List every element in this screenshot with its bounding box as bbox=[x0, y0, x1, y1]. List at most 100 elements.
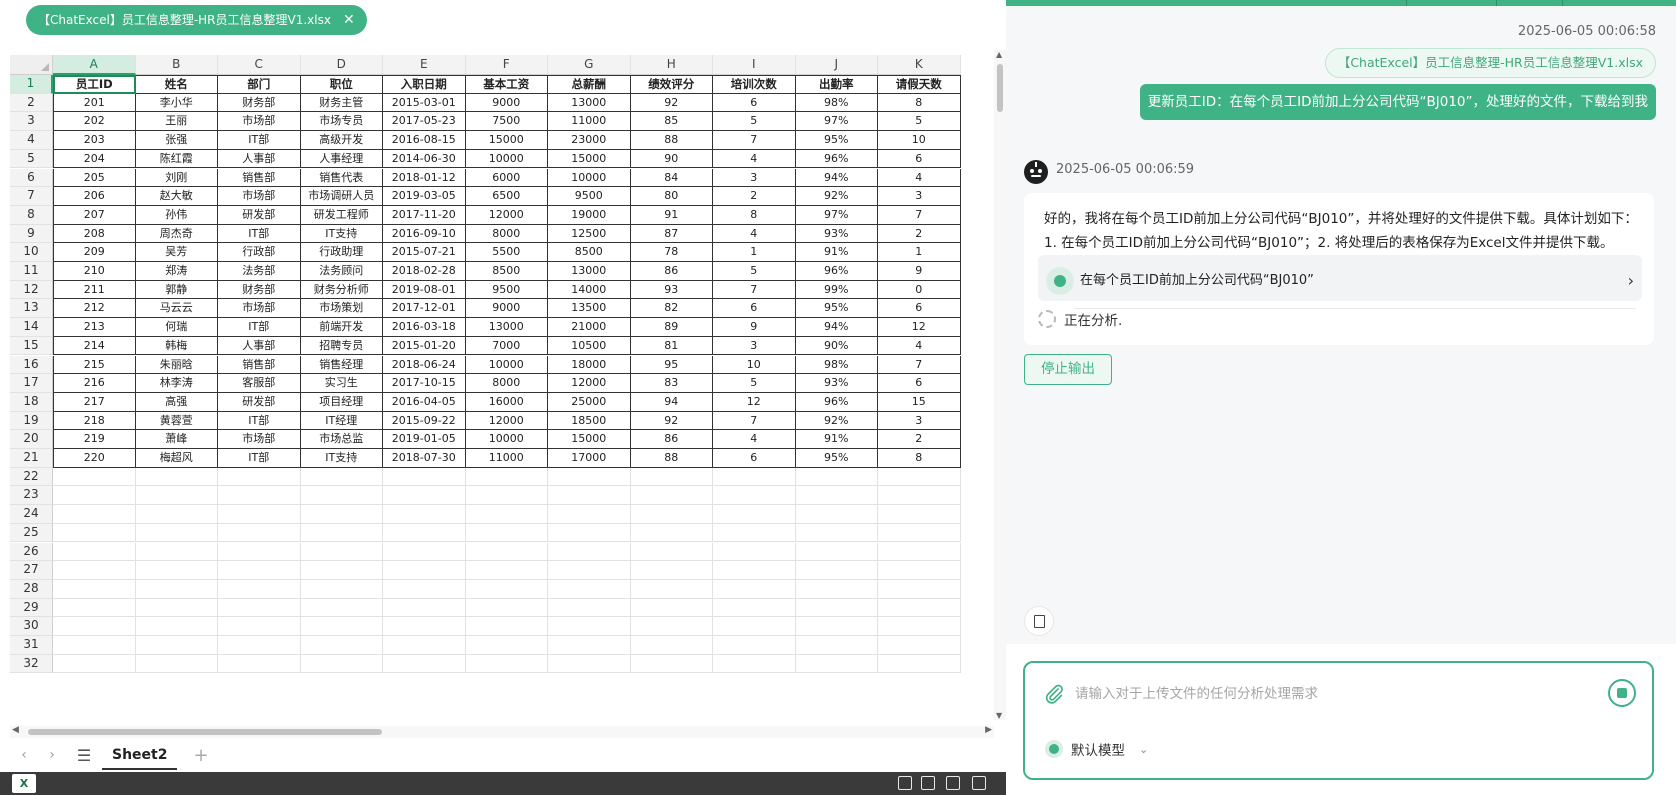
data-cell[interactable]: 市场策划 bbox=[300, 299, 383, 319]
cell-grid[interactable]: A B C D E F G H I J K 1 员工ID 姓名 部门 职位 入职日期 基本工资 总薪酬 绩效评分 培训次… bbox=[10, 50, 994, 716]
paperclip-icon[interactable] bbox=[1043, 683, 1065, 705]
row-header[interactable]: 32 bbox=[10, 654, 53, 674]
row-header[interactable]: 12 bbox=[10, 280, 53, 300]
data-cell[interactable]: 10 bbox=[713, 355, 796, 375]
data-cell[interactable]: 209 bbox=[53, 243, 136, 262]
empty-cell[interactable] bbox=[135, 636, 218, 655]
empty-cell[interactable] bbox=[135, 505, 218, 524]
data-cell[interactable]: 18000 bbox=[548, 355, 631, 375]
column-header-j[interactable]: J bbox=[795, 55, 878, 75]
empty-cell[interactable] bbox=[713, 579, 796, 599]
data-cell[interactable]: 法务部 bbox=[218, 262, 301, 281]
data-cell[interactable]: 2016-03-18 bbox=[383, 318, 466, 337]
empty-cell[interactable] bbox=[548, 561, 631, 580]
empty-cell[interactable] bbox=[465, 598, 548, 618]
data-cell[interactable]: 215 bbox=[53, 355, 136, 375]
empty-cell[interactable] bbox=[135, 542, 218, 562]
data-cell[interactable]: 2 bbox=[713, 187, 796, 206]
data-cell[interactable]: 法务顾问 bbox=[300, 262, 383, 281]
layout-icon[interactable] bbox=[946, 776, 960, 790]
column-header-h[interactable]: H bbox=[630, 55, 713, 75]
empty-cell[interactable] bbox=[300, 467, 383, 487]
empty-cell[interactable] bbox=[383, 654, 466, 674]
scroll-down-icon[interactable]: ▼ bbox=[996, 711, 1002, 720]
data-cell[interactable]: 6 bbox=[713, 299, 796, 319]
empty-cell[interactable] bbox=[795, 579, 878, 599]
save-icon[interactable] bbox=[921, 776, 935, 790]
row-header[interactable]: 3 bbox=[10, 112, 53, 132]
data-cell[interactable]: 2015-09-22 bbox=[383, 411, 466, 431]
empty-cell[interactable] bbox=[218, 561, 301, 580]
row-header[interactable]: 18 bbox=[10, 392, 53, 412]
empty-cell[interactable] bbox=[713, 467, 796, 487]
empty-cell[interactable] bbox=[218, 579, 301, 599]
data-cell[interactable]: 王丽 bbox=[135, 112, 218, 132]
empty-cell[interactable] bbox=[795, 523, 878, 543]
empty-cell[interactable] bbox=[548, 486, 631, 506]
empty-cell[interactable] bbox=[630, 542, 713, 562]
empty-cell[interactable] bbox=[465, 579, 548, 599]
empty-cell[interactable] bbox=[878, 523, 961, 543]
data-cell[interactable]: 萧峰 bbox=[135, 430, 218, 449]
data-cell[interactable]: 4 bbox=[713, 430, 796, 449]
row-header[interactable]: 25 bbox=[10, 523, 53, 543]
data-cell[interactable]: 94% bbox=[795, 318, 878, 337]
empty-cell[interactable] bbox=[383, 579, 466, 599]
empty-cell[interactable] bbox=[53, 542, 136, 562]
data-cell[interactable]: 17000 bbox=[548, 449, 631, 468]
data-cell[interactable]: 2019-03-05 bbox=[383, 187, 466, 206]
data-cell[interactable]: 财务部 bbox=[218, 280, 301, 300]
empty-cell[interactable] bbox=[713, 654, 796, 674]
data-cell[interactable]: IT部 bbox=[218, 224, 301, 244]
data-cell[interactable]: 人事部 bbox=[218, 336, 301, 356]
data-cell[interactable]: 研发部 bbox=[218, 392, 301, 412]
data-cell[interactable]: 217 bbox=[53, 392, 136, 412]
empty-cell[interactable] bbox=[300, 542, 383, 562]
row-header[interactable]: 29 bbox=[10, 598, 53, 618]
data-cell[interactable]: 82 bbox=[630, 299, 713, 319]
data-cell[interactable]: IT支持 bbox=[300, 449, 383, 468]
data-cell[interactable]: 203 bbox=[53, 131, 136, 150]
data-cell[interactable]: 何瑞 bbox=[135, 318, 218, 337]
row-header[interactable]: 30 bbox=[10, 617, 53, 636]
data-cell[interactable]: 2015-03-01 bbox=[383, 93, 466, 113]
data-cell[interactable]: 92% bbox=[795, 411, 878, 431]
data-cell[interactable]: 5 bbox=[713, 374, 796, 393]
data-cell[interactable]: 92 bbox=[630, 411, 713, 431]
data-cell[interactable]: 98% bbox=[795, 93, 878, 113]
empty-cell[interactable] bbox=[795, 636, 878, 655]
data-cell[interactable]: 219 bbox=[53, 430, 136, 449]
data-cell[interactable]: 1 bbox=[878, 243, 961, 262]
data-cell[interactable]: 13000 bbox=[548, 93, 631, 113]
empty-cell[interactable] bbox=[53, 467, 136, 487]
data-cell[interactable]: IT部 bbox=[218, 411, 301, 431]
data-cell[interactable]: 6 bbox=[713, 93, 796, 113]
data-cell[interactable]: 80 bbox=[630, 187, 713, 206]
data-cell[interactable]: IT部 bbox=[218, 318, 301, 337]
data-cell[interactable]: 项目经理 bbox=[300, 392, 383, 412]
header-cell[interactable]: 职位 bbox=[300, 75, 383, 94]
data-cell[interactable]: 220 bbox=[53, 449, 136, 468]
header-cell[interactable]: 基本工资 bbox=[465, 75, 548, 94]
empty-cell[interactable] bbox=[383, 561, 466, 580]
data-cell[interactable]: 人事部 bbox=[218, 149, 301, 169]
empty-cell[interactable] bbox=[548, 523, 631, 543]
empty-cell[interactable] bbox=[218, 636, 301, 655]
data-cell[interactable]: 92 bbox=[630, 93, 713, 113]
empty-cell[interactable] bbox=[630, 617, 713, 636]
data-cell[interactable]: 客服部 bbox=[218, 374, 301, 393]
data-cell[interactable]: 行政部 bbox=[218, 243, 301, 262]
header-cell[interactable]: 入职日期 bbox=[383, 75, 466, 94]
header-cell[interactable]: 培训次数 bbox=[713, 75, 796, 94]
header-cell[interactable]: 员工ID bbox=[53, 75, 136, 94]
row-header[interactable]: 14 bbox=[10, 318, 53, 337]
data-cell[interactable]: 15000 bbox=[548, 149, 631, 169]
data-cell[interactable]: 6000 bbox=[465, 168, 548, 188]
empty-cell[interactable] bbox=[548, 579, 631, 599]
column-header-d[interactable]: D bbox=[300, 55, 383, 75]
data-cell[interactable]: 10000 bbox=[465, 430, 548, 449]
row-header[interactable]: 10 bbox=[10, 243, 53, 262]
header-cell[interactable]: 出勤率 bbox=[795, 75, 878, 94]
select-all-corner[interactable] bbox=[10, 55, 53, 75]
data-cell[interactable]: 96% bbox=[795, 392, 878, 412]
